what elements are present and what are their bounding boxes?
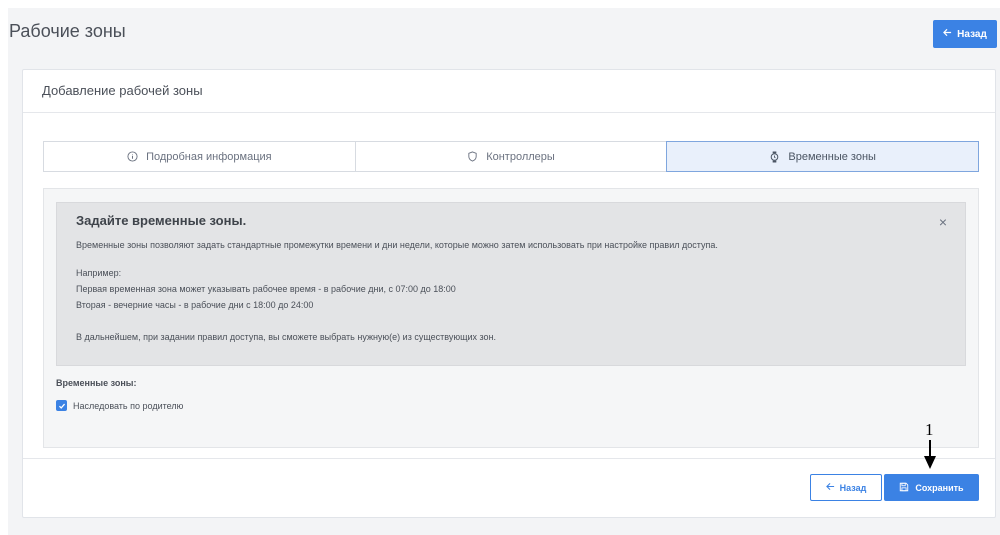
footer-back-label: Назад [839, 482, 867, 493]
page-title: Рабочие зоны [9, 21, 126, 41]
arrow-left-icon [825, 482, 835, 493]
time-zones-panel: Задайте временные зоны. × Временные зоны… [43, 188, 979, 448]
alert-description: Временные зоны позволяют задать стандарт… [76, 240, 718, 250]
tab-details[interactable]: Подробная информация [44, 142, 356, 171]
inherit-checkbox[interactable] [56, 400, 67, 411]
page-background: Рабочие зоны Назад Добавление рабочей зо… [8, 8, 1000, 535]
card-header: Добавление рабочей зоны [23, 70, 995, 113]
add-zone-card: Добавление рабочей зоны Подробная информ… [22, 69, 996, 518]
inherit-row: Наследовать по родителю [56, 400, 183, 411]
info-alert: Задайте временные зоны. × Временные зоны… [56, 202, 966, 366]
alert-example-label: Например: [76, 268, 122, 278]
card-title: Добавление рабочей зоны [42, 83, 203, 98]
tab-details-label: Подробная информация [146, 150, 272, 163]
alert-example-line-2: Вторая - вечерние часы - в рабочие дни с… [76, 300, 314, 310]
annotation-number: 1 [925, 420, 934, 439]
tab-controllers[interactable]: Контроллеры [356, 142, 668, 171]
footer-divider [23, 458, 995, 459]
save-button[interactable]: Сохранить [884, 474, 979, 501]
shield-icon [467, 150, 479, 163]
info-circle-icon [127, 150, 139, 163]
floppy-disk-icon [899, 482, 909, 494]
header-back-button[interactable]: Назад [933, 20, 997, 48]
header-back-label: Назад [957, 28, 987, 40]
wizard-tabs: Подробная информация Контроллеры Временн… [43, 141, 980, 172]
close-icon[interactable]: × [939, 215, 947, 229]
footer-back-button[interactable]: Назад [810, 474, 882, 501]
tab-time-zones[interactable]: Временные зоны [666, 141, 980, 172]
time-zones-label: Временные зоны: [56, 378, 137, 388]
alert-footer-text: В дальнейшем, при задании правил доступа… [76, 332, 497, 342]
checkmark-icon [58, 403, 65, 409]
alert-title: Задайте временные зоны. [76, 213, 247, 228]
alert-example-line-1: Первая временная зона может указывать ра… [76, 284, 456, 294]
tab-time-zones-label: Временные зоны [788, 150, 876, 163]
tab-controllers-label: Контроллеры [486, 150, 555, 163]
arrow-left-icon [943, 28, 952, 40]
arrow-down-icon [924, 440, 936, 469]
watch-icon [769, 151, 781, 163]
inherit-label: Наследовать по родителю [73, 400, 184, 411]
save-label: Сохранить [915, 482, 964, 493]
